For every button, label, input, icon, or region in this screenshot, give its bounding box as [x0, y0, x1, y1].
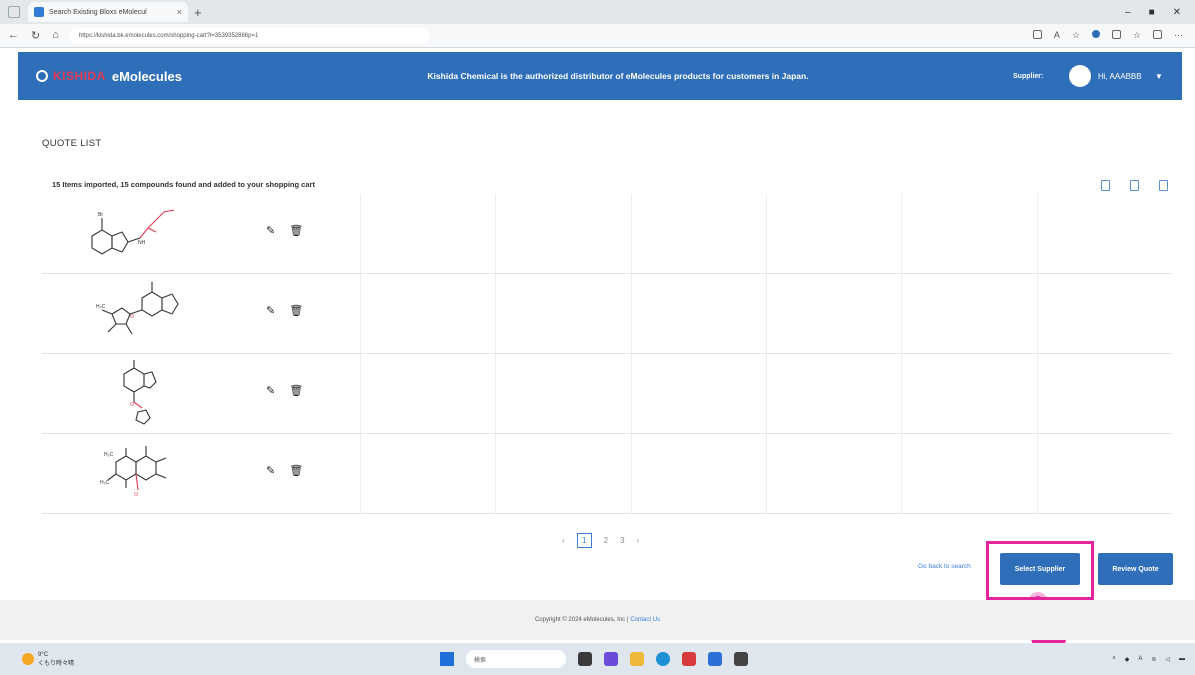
extension-icon[interactable] — [1091, 30, 1100, 38]
svg-text:Br: Br — [98, 212, 103, 218]
weather-widget[interactable]: 9°C くもり時々晴 — [22, 652, 74, 667]
page-3-button[interactable]: 3 — [620, 536, 624, 545]
brand-primary: KISHIDA — [53, 69, 106, 83]
svg-text:H₃C: H₃C — [100, 480, 110, 486]
logo-icon — [36, 70, 48, 82]
svg-text:NH: NH — [138, 240, 146, 246]
battery-icon[interactable]: ▬ — [1179, 656, 1185, 662]
weather-desc: くもり時々晴 — [38, 660, 75, 667]
pencil-icon[interactable]: ✎ — [266, 384, 275, 397]
window-menu-icon[interactable] — [8, 6, 20, 18]
edge-icon[interactable] — [656, 652, 670, 666]
user-greeting[interactable]: Hi, AAABBB — [1098, 72, 1142, 81]
task-view-icon[interactable] — [578, 652, 592, 666]
close-window-button[interactable]: ✕ — [1173, 7, 1181, 18]
minimize-button[interactable]: – — [1125, 7, 1131, 18]
back-icon[interactable]: ← — [8, 29, 19, 42]
refresh-icon[interactable]: ↻ — [31, 29, 40, 42]
chevron-down-icon[interactable]: ▼ — [1155, 72, 1163, 81]
structure-image: O — [123, 360, 157, 425]
pencil-icon[interactable]: ✎ — [266, 304, 275, 317]
brand-secondary: eMolecules — [111, 68, 182, 84]
home-icon[interactable]: ⌂ — [52, 29, 59, 42]
url-field[interactable]: https://kishida.bk.emolecules.com/shoppi… — [68, 27, 429, 44]
delete-all-icon[interactable] — [1159, 180, 1168, 191]
system-tray: ˄ ◆ A ≋ ◁ ▬ — [1112, 656, 1185, 663]
table-row: H₃C H₃C O ✎ 🗑 — [42, 434, 1172, 514]
ime-icon[interactable]: A — [1138, 656, 1142, 662]
pagination: ‹ 1 2 3 › — [562, 533, 639, 548]
address-bar-row: ← ↻ ⌂ https://kishida.bk.emolecules.com/… — [0, 24, 1195, 48]
copy-icon[interactable] — [1101, 180, 1110, 191]
contact-link[interactable]: Contact Us — [630, 617, 660, 623]
app-icon[interactable] — [734, 652, 748, 666]
browser-tab[interactable]: Search Existing Bloxs eMolecul × — [28, 2, 188, 22]
page-1-button[interactable]: 1 — [576, 533, 592, 548]
import-message: 15 Items imported, 15 compounds found an… — [52, 180, 315, 189]
volume-icon[interactable]: ◁ — [1165, 656, 1170, 663]
split-screen-icon[interactable] — [1111, 30, 1121, 39]
svg-text:H₃C: H₃C — [96, 304, 106, 310]
font-icon[interactable]: A — [1054, 30, 1060, 41]
svg-text:O: O — [130, 314, 134, 320]
teams-icon[interactable] — [604, 652, 618, 666]
tab-close-icon[interactable]: × — [177, 7, 182, 17]
svg-text:O: O — [134, 492, 138, 498]
collections-icon[interactable] — [1153, 30, 1162, 39]
favorites-icon[interactable]: ☆ — [1133, 30, 1141, 41]
next-page-button[interactable]: › — [637, 536, 640, 545]
browser-tab-bar: Search Existing Bloxs eMolecul × + – ■ ✕ — [0, 0, 1195, 24]
office-icon[interactable] — [682, 652, 696, 666]
copyright-text: Copyright © 2024 eMolecules, Inc | — [534, 617, 629, 623]
footer: Copyright © 2024 eMolecules, Inc | Conta… — [0, 600, 1195, 640]
review-quote-button[interactable]: Review Quote — [1098, 553, 1173, 585]
page-title: QUOTE LIST — [42, 138, 102, 149]
maximize-button[interactable]: ■ — [1149, 7, 1155, 18]
pencil-icon[interactable]: ✎ — [266, 464, 275, 477]
network-icon[interactable]: ◆ — [1125, 656, 1130, 663]
trash-icon[interactable]: 🗑 — [289, 224, 303, 237]
svg-text:O: O — [130, 402, 134, 408]
structure-image: H₃C H₃C O — [100, 446, 167, 498]
prev-page-button[interactable]: ‹ — [562, 536, 565, 545]
wifi-icon[interactable]: ≋ — [1151, 656, 1156, 663]
favicon-icon — [34, 7, 44, 17]
favorite-icon[interactable]: ☆ — [1072, 30, 1080, 41]
logo[interactable]: KISHIDA eMolecules — [36, 69, 182, 84]
table-row: Br NH ✎ 🗑 — [42, 194, 1172, 274]
weather-icon — [22, 653, 34, 665]
new-tab-button[interactable]: + — [194, 5, 202, 20]
bookmark-icon[interactable] — [1130, 180, 1139, 191]
header-tagline: Kishida Chemical is the authorized distr… — [427, 71, 809, 81]
trash-icon[interactable]: 🗑 — [289, 304, 303, 317]
reader-icon[interactable] — [1032, 30, 1042, 39]
app-header: KISHIDA eMolecules Kishida Chemical is t… — [18, 52, 1182, 100]
structure-image: Br NH — [91, 209, 175, 255]
taskbar-search[interactable]: 検索 — [466, 650, 566, 668]
more-icon[interactable]: ⋯ — [1174, 30, 1183, 41]
avatar[interactable] — [1069, 65, 1091, 87]
structure-image: O H₃C — [96, 282, 179, 335]
svg-text:H₃C: H₃C — [104, 452, 114, 458]
taskbar: 9°C くもり時々晴 検索 ˄ ◆ A ≋ ◁ ▬ — [0, 643, 1195, 675]
tab-title: Search Existing Bloxs eMolecul — [49, 8, 147, 16]
pencil-icon[interactable]: ✎ — [266, 224, 275, 237]
table-row: O H₃C ✎ 🗑 — [42, 274, 1172, 354]
store-icon[interactable] — [708, 652, 722, 666]
table-row: O ✎ 🗑 — [42, 354, 1172, 434]
tray-chevron-icon[interactable]: ˄ — [1112, 656, 1116, 662]
file-explorer-icon[interactable] — [630, 652, 644, 666]
page-2-button[interactable]: 2 — [604, 536, 608, 545]
table-toolbar — [1101, 180, 1168, 191]
compound-table: Br NH ✎ 🗑 O H₃C ✎ 🗑 O ✎ 🗑 H₃C H₃C O ✎ 🗑 — [42, 194, 1172, 514]
supplier-label: Supplier: — [1013, 72, 1044, 80]
windows-start-icon[interactable] — [440, 652, 454, 666]
trash-icon[interactable]: 🗑 — [289, 464, 303, 477]
go-back-link[interactable]: Go back to search — [918, 563, 971, 570]
trash-icon[interactable]: 🗑 — [289, 384, 303, 397]
